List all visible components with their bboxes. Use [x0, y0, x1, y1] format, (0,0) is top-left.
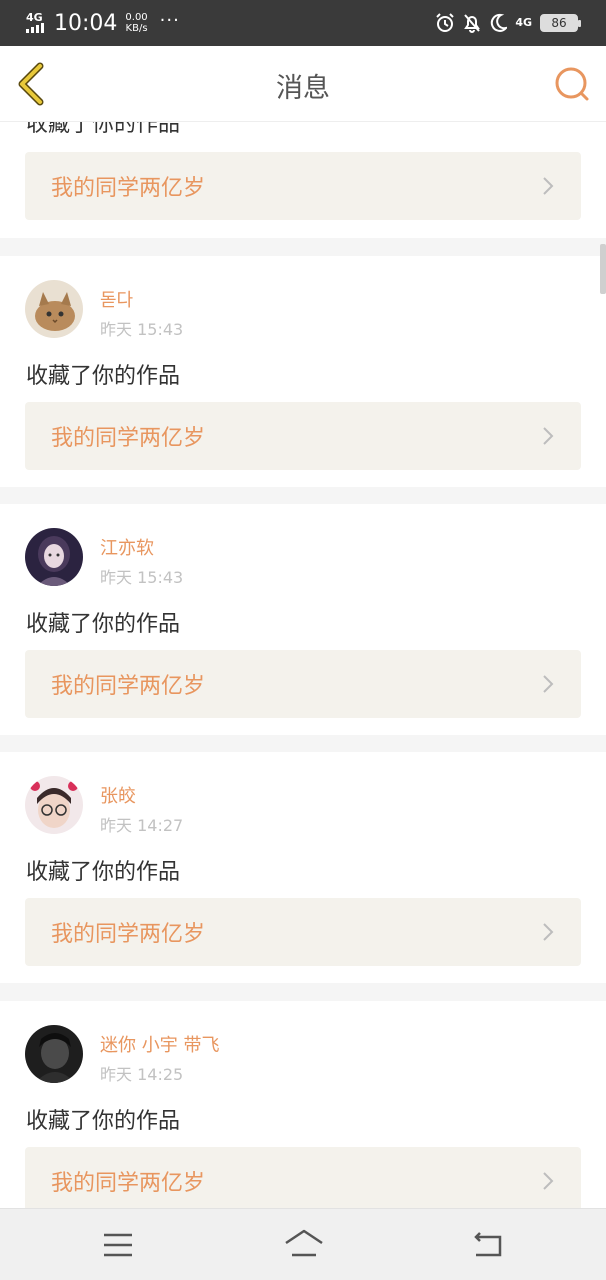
chevron-right-icon — [543, 923, 554, 941]
menu-button[interactable] — [98, 1227, 138, 1263]
work-title: 我的同学两亿岁 — [51, 922, 206, 947]
system-nav-bar — [0, 1208, 606, 1280]
screen: 4G 10:04 0.00 KB/s ··· 4G 86 消息 收藏了你的作品 … — [0, 0, 606, 1280]
header: 消息 — [0, 46, 606, 122]
timestamp: 昨天 15:43 — [100, 568, 184, 587]
chevron-right-icon — [543, 177, 554, 195]
username-link[interactable]: 돋다 — [100, 286, 133, 312]
chevron-right-icon — [543, 427, 554, 445]
action-text: 收藏了你的作品 — [26, 860, 181, 885]
alarm-icon — [436, 13, 455, 32]
work-link[interactable]: 我的同学两亿岁 — [25, 650, 581, 718]
timestamp: 昨天 15:43 — [100, 320, 184, 339]
signal-bars-icon — [26, 23, 44, 33]
timestamp: 昨天 14:25 — [100, 1065, 184, 1084]
notification-card: 돋다 昨天 15:43 收藏了你的作品 我的同学两亿岁 — [0, 256, 606, 487]
username-link[interactable]: 张皎 — [100, 782, 136, 808]
home-button[interactable] — [282, 1227, 323, 1263]
chevron-right-icon — [543, 1172, 554, 1190]
network-speed: 0.00 KB/s — [125, 12, 147, 34]
speed-unit: KB/s — [125, 23, 148, 34]
return-icon — [474, 1232, 502, 1257]
work-link[interactable]: 我的同学两亿岁 — [25, 152, 581, 220]
avatar[interactable] — [25, 1025, 83, 1083]
avatar[interactable] — [25, 280, 83, 338]
chevron-right-icon — [543, 675, 554, 693]
action-text: 收藏了你的作品 — [26, 1109, 181, 1134]
action-text: 收藏了你的作品 — [26, 364, 181, 389]
network-type-secondary: 4G — [515, 16, 532, 29]
notification-card-partial: 收藏了你的作品 我的同学两亿岁 — [0, 122, 606, 238]
clock: 10:04 — [54, 10, 118, 36]
network-type: 4G — [26, 11, 43, 24]
dark-avatar-icon — [25, 1025, 83, 1083]
work-title: 我的同学两亿岁 — [51, 426, 206, 451]
page-title: 消息 — [276, 73, 330, 104]
return-button[interactable] — [468, 1227, 508, 1263]
work-title: 我的同学两亿岁 — [51, 1171, 206, 1196]
scrollbar[interactable] — [600, 244, 606, 294]
username-link[interactable]: 迷你 小宇 带飞 — [100, 1031, 219, 1057]
notification-card: 张皎 昨天 14:27 收藏了你的作品 我的同学两亿岁 — [0, 752, 606, 983]
work-title: 我的同学两亿岁 — [51, 176, 206, 201]
home-icon — [285, 1229, 323, 1257]
moon-icon — [491, 13, 508, 32]
notification-card: 江亦软 昨天 15:43 收藏了你的作品 我的同学两亿岁 — [0, 504, 606, 735]
cat-avatar-icon — [25, 280, 83, 338]
search-button[interactable] — [552, 64, 592, 104]
menu-icon — [104, 1233, 132, 1257]
battery-icon: 86 — [540, 14, 581, 32]
signal-indicator: 4G — [26, 11, 44, 33]
username-link[interactable]: 江亦软 — [100, 534, 154, 560]
notification-card: 迷你 小宇 带飞 昨天 14:25 收藏了你的作品 我的同学两亿岁 — [0, 1001, 606, 1208]
search-icon — [555, 67, 589, 101]
work-title: 我的同学两亿岁 — [51, 674, 206, 699]
more-notifications-icon: ··· — [159, 9, 180, 31]
work-link[interactable]: 我的同学两亿岁 — [25, 1147, 581, 1208]
action-text: 收藏了你的作品 — [26, 612, 181, 637]
work-link[interactable]: 我的同学两亿岁 — [25, 402, 581, 470]
notification-list[interactable]: 收藏了你的作品 我的同学两亿岁 돋다 昨天 15:43 收藏了你的作品 我的同学… — [0, 122, 606, 1208]
avatar[interactable] — [25, 528, 83, 586]
timestamp: 昨天 14:27 — [100, 816, 184, 835]
mute-bell-icon — [464, 14, 481, 33]
avatar[interactable] — [25, 776, 83, 834]
action-text: 收藏了你的作品 — [26, 122, 181, 137]
work-link[interactable]: 我的同学两亿岁 — [25, 898, 581, 966]
status-bar: 4G 10:04 0.00 KB/s ··· 4G 86 — [0, 0, 606, 46]
glasses-girl-avatar-icon — [25, 776, 83, 834]
battery-level: 86 — [551, 16, 567, 30]
speed-value: 0.00 — [125, 12, 148, 23]
girl-avatar-icon — [25, 528, 83, 586]
